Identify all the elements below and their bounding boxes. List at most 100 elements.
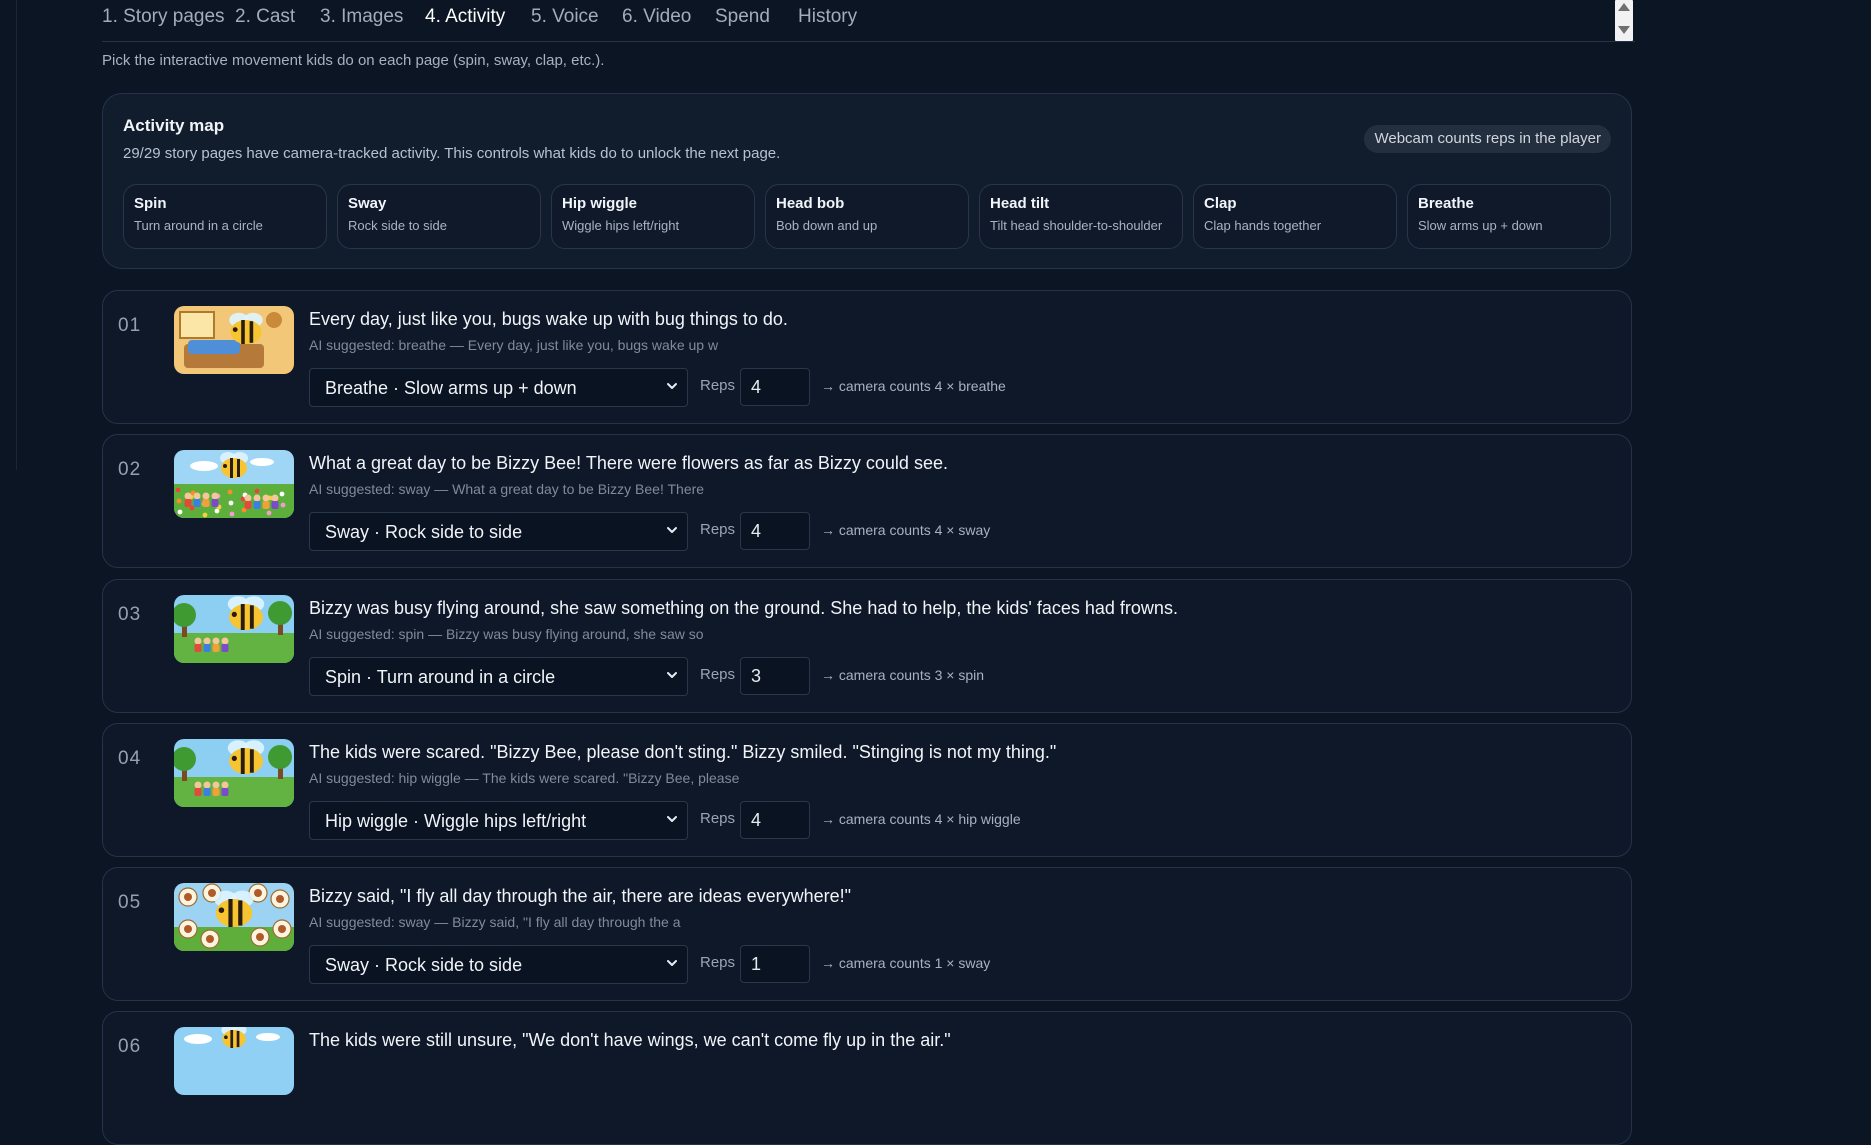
page-thumbnail[interactable] — [174, 739, 294, 807]
activity-select-value: Breathe · Slow arms up + down — [325, 378, 577, 398]
tab-activity[interactable]: 4. Activity — [425, 6, 505, 28]
tab-story-pages[interactable]: 1. Story pages — [102, 6, 225, 28]
reps-input[interactable] — [740, 801, 810, 839]
page-number: 05 — [118, 892, 142, 913]
story-page-row: 06 The kids were still unsure, "We don't … — [102, 1011, 1632, 1145]
page-thumbnail-art — [174, 1027, 294, 1095]
tab-cast[interactable]: 2. Cast — [235, 6, 295, 28]
activity-map-card: Activity map 29/29 story pages have came… — [102, 93, 1632, 269]
chevron-down-icon — [667, 672, 677, 678]
page-number: 02 — [118, 459, 142, 480]
move-desc: Slow arms up + down — [1418, 218, 1543, 233]
move-card-hip-wiggle: Hip wiggle Wiggle hips left/right — [551, 184, 755, 249]
scroll-up-icon[interactable] — [1618, 3, 1630, 11]
tab-images[interactable]: 3. Images — [320, 6, 403, 28]
activity-select[interactable]: Sway · Rock side to side — [309, 512, 688, 551]
move-name: Breathe — [1418, 195, 1474, 212]
webcam-badge: Webcam counts reps in the player — [1364, 125, 1611, 153]
activity-select-value: Spin · Turn around in a circle — [325, 667, 556, 687]
story-page-row: 04 The kids were scared. "Bizzy Bee, plea… — [102, 723, 1632, 857]
page-thumbnail[interactable] — [174, 450, 294, 518]
page-thumbnail-art — [174, 595, 294, 663]
page-number: 03 — [118, 604, 142, 625]
move-card-head-bob: Head bob Bob down and up — [765, 184, 969, 249]
activity-select-value: Sway · Rock side to side — [325, 522, 523, 542]
move-name: Clap — [1204, 195, 1237, 212]
move-name: Head tilt — [990, 195, 1050, 212]
tab-spend[interactable]: Spend — [715, 6, 770, 28]
story-page-row: 02 What a great day to be Bizzy Bee! Ther… — [102, 434, 1632, 568]
activity-map-subtitle: 29/29 story pages have camera-tracked ac… — [123, 145, 781, 162]
left-rail — [0, 0, 17, 470]
reps-label: Reps — [700, 377, 736, 394]
activity-select-value: Hip wiggle · Wiggle hips left/right — [325, 811, 587, 831]
ai-suggestion-note: AI suggested: spin — Bizzy was busy flyi… — [309, 626, 704, 642]
tab-bar: 1. Story pages 2. Cast 3. Images 4. Acti… — [102, 0, 1635, 42]
tab-history[interactable]: History — [798, 6, 857, 28]
page-number: 06 — [118, 1036, 142, 1057]
page-number: 04 — [118, 748, 142, 769]
tab-video[interactable]: 6. Video — [622, 6, 691, 28]
camera-count-note: → camera counts 4 × breathe — [821, 378, 1006, 394]
camera-count-note: → camera counts 1 × sway — [821, 955, 991, 971]
camera-count-note: → camera counts 4 × sway — [821, 522, 991, 538]
activity-map-title: Activity map — [123, 116, 225, 135]
tab-voice[interactable]: 5. Voice — [531, 6, 599, 28]
reps-label: Reps — [700, 810, 736, 827]
page-thumbnail-art — [174, 739, 294, 807]
move-desc: Turn around in a circle — [134, 218, 263, 233]
move-desc: Rock side to side — [348, 218, 447, 233]
page-thumbnail[interactable] — [174, 306, 294, 374]
ai-suggestion-note: AI suggested: sway — Bizzy said, "I fly … — [309, 914, 681, 930]
page-story-text: What a great day to be Bizzy Bee! There … — [309, 453, 948, 473]
reps-label: Reps — [700, 666, 736, 683]
ai-suggestion-note: AI suggested: breathe — Every day, just … — [309, 337, 719, 353]
page-thumbnail-art — [174, 883, 294, 951]
camera-count-note: → camera counts 4 × hip wiggle — [821, 811, 1021, 827]
page-story-text: The kids were scared. "Bizzy Bee, please… — [309, 742, 1057, 762]
reps-input[interactable] — [740, 657, 810, 695]
move-card-head-tilt: Head tilt Tilt head shoulder-to-shoulder — [979, 184, 1183, 249]
page-thumbnail[interactable] — [174, 1027, 294, 1095]
page-story-text: The kids were still unsure, "We don't ha… — [309, 1030, 951, 1050]
page-thumbnail[interactable] — [174, 883, 294, 951]
camera-count-note: → camera counts 3 × spin — [821, 667, 985, 683]
tab-scrollbar[interactable] — [1615, 0, 1633, 41]
activity-select[interactable]: Hip wiggle · Wiggle hips left/right — [309, 801, 688, 840]
move-card-spin: Spin Turn around in a circle — [123, 184, 327, 249]
activity-select-value: Sway · Rock side to side — [325, 955, 523, 975]
activity-select[interactable]: Spin · Turn around in a circle — [309, 657, 688, 696]
move-card-sway: Sway Rock side to side — [337, 184, 541, 249]
activity-intro: Pick the interactive movement kids do on… — [102, 52, 605, 69]
page-story-text: Bizzy said, "I fly all day through the a… — [309, 886, 852, 906]
scroll-down-icon[interactable] — [1618, 26, 1630, 34]
page-thumbnail-art — [174, 306, 294, 374]
move-desc: Tilt head shoulder-to-shoulder — [990, 218, 1163, 233]
page-thumbnail[interactable] — [174, 595, 294, 663]
story-page-row: 05 Bizzy said, "I fly all day through the… — [102, 867, 1632, 1001]
reps-label: Reps — [700, 954, 736, 971]
reps-input[interactable] — [740, 945, 810, 983]
activity-select[interactable]: Breathe · Slow arms up + down — [309, 368, 688, 407]
chevron-down-icon — [667, 960, 677, 966]
activity-select[interactable]: Sway · Rock side to side — [309, 945, 688, 984]
move-name: Hip wiggle — [562, 195, 637, 212]
move-desc: Clap hands together — [1204, 218, 1322, 233]
page-story-text: Every day, just like you, bugs wake up w… — [309, 309, 788, 329]
reps-input[interactable] — [740, 368, 810, 406]
page-thumbnail-art — [174, 450, 294, 518]
move-name: Head bob — [776, 195, 845, 212]
chevron-down-icon — [667, 383, 677, 389]
move-desc: Bob down and up — [776, 218, 878, 233]
page-number: 01 — [118, 315, 142, 336]
page-story-text: Bizzy was busy flying around, she saw so… — [309, 598, 1178, 618]
ai-suggestion-note: AI suggested: hip wiggle — The kids were… — [309, 770, 740, 786]
story-page-row: 03 Bizzy was busy flying around, she saw … — [102, 579, 1632, 713]
chevron-down-icon — [667, 527, 677, 533]
ai-suggestion-note: AI suggested: sway — What a great day to… — [309, 481, 705, 497]
reps-label: Reps — [700, 521, 736, 538]
move-name: Sway — [348, 195, 387, 212]
reps-input[interactable] — [740, 512, 810, 550]
move-name: Spin — [134, 195, 167, 212]
story-page-row: 01 Every day, just like you, bugs wake up… — [102, 290, 1632, 424]
